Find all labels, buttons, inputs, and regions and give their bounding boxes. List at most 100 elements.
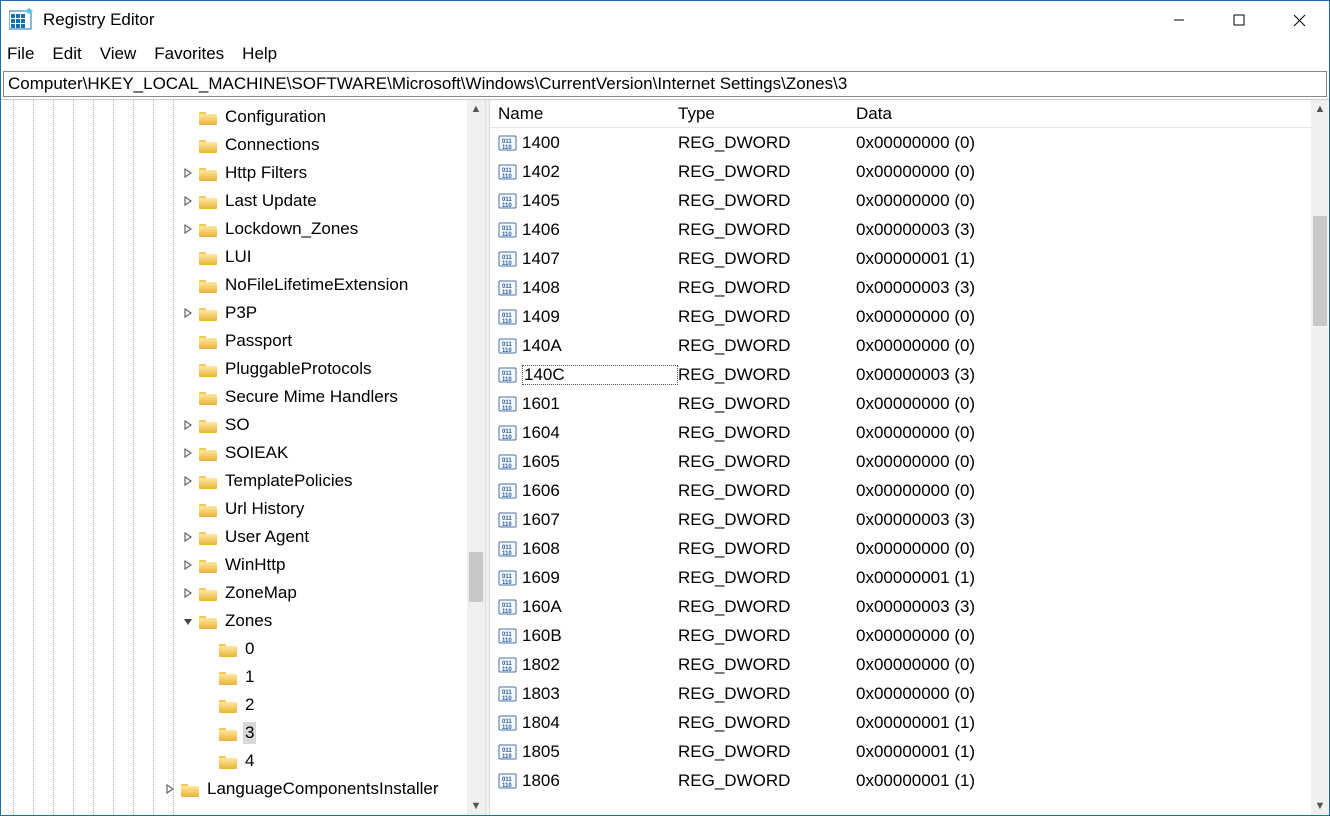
tree-scrollbar[interactable]: ▲ ▼ xyxy=(467,100,485,815)
tree-item[interactable]: Zones xyxy=(1,607,485,635)
value-row[interactable]: 0111101402REG_DWORD0x00000000 (0) xyxy=(490,157,1311,186)
tree-item[interactable]: PluggableProtocols xyxy=(1,355,485,383)
value-row[interactable]: 0111101408REG_DWORD0x00000003 (3) xyxy=(490,273,1311,302)
value-row[interactable]: 0111101802REG_DWORD0x00000000 (0) xyxy=(490,650,1311,679)
tree-pane[interactable]: ConfigurationConnectionsHttp FiltersLast… xyxy=(1,100,485,815)
tree-item[interactable]: LUI xyxy=(1,243,485,271)
value-row[interactable]: 011110140CREG_DWORD0x00000003 (3) xyxy=(490,360,1311,389)
value-data: 0x00000001 (1) xyxy=(856,568,1311,588)
tree-item[interactable]: Last Update xyxy=(1,187,485,215)
tree-item[interactable]: Lockdown_Zones xyxy=(1,215,485,243)
reg-binary-icon: 011110 xyxy=(498,743,518,761)
address-bar[interactable]: Computer\HKEY_LOCAL_MACHINE\SOFTWARE\Mic… xyxy=(3,71,1327,97)
svg-text:110: 110 xyxy=(502,319,512,325)
tree-item[interactable]: 4 xyxy=(1,747,485,775)
tree-item[interactable]: 1 xyxy=(1,663,485,691)
chevron-right-icon[interactable] xyxy=(177,420,199,430)
svg-text:110: 110 xyxy=(502,551,512,557)
value-row[interactable]: 0111101409REG_DWORD0x00000000 (0) xyxy=(490,302,1311,331)
maximize-button[interactable] xyxy=(1209,1,1269,39)
value-row[interactable]: 011110140AREG_DWORD0x00000000 (0) xyxy=(490,331,1311,360)
tree-item[interactable]: 3 xyxy=(1,719,485,747)
chevron-right-icon[interactable] xyxy=(177,476,199,486)
value-row[interactable]: 0111101405REG_DWORD0x00000000 (0) xyxy=(490,186,1311,215)
folder-icon xyxy=(199,530,217,545)
chevron-right-icon[interactable] xyxy=(177,560,199,570)
menu-edit[interactable]: Edit xyxy=(52,44,81,64)
chevron-right-icon[interactable] xyxy=(177,196,199,206)
tree-item[interactable]: P3P xyxy=(1,299,485,327)
values-pane[interactable]: Name Type Data 0111101400REG_DWORD0x0000… xyxy=(490,100,1329,815)
chevron-right-icon[interactable] xyxy=(177,532,199,542)
value-name: 1803 xyxy=(522,684,678,704)
value-row[interactable]: 0111101601REG_DWORD0x00000000 (0) xyxy=(490,389,1311,418)
menu-file[interactable]: File xyxy=(7,44,34,64)
scroll-down-icon[interactable]: ▼ xyxy=(1311,797,1329,815)
column-header-data[interactable]: Data xyxy=(856,104,1329,124)
tree-item[interactable]: SO xyxy=(1,411,485,439)
tree-item[interactable]: Connections xyxy=(1,131,485,159)
tree-item[interactable]: Passport xyxy=(1,327,485,355)
tree-item[interactable]: SOIEAK xyxy=(1,439,485,467)
chevron-right-icon[interactable] xyxy=(177,224,199,234)
value-type: REG_DWORD xyxy=(678,162,856,182)
chevron-right-icon[interactable] xyxy=(177,308,199,318)
value-row[interactable]: 0111101608REG_DWORD0x00000000 (0) xyxy=(490,534,1311,563)
tree-item-label: SOIEAK xyxy=(223,442,290,464)
svg-text:110: 110 xyxy=(502,377,512,383)
reg-binary-icon: 011110 xyxy=(498,279,518,297)
folder-icon xyxy=(199,194,217,209)
tree-item-label: 3 xyxy=(243,722,256,744)
value-row[interactable]: 011110160AREG_DWORD0x00000003 (3) xyxy=(490,592,1311,621)
tree-item-label: 0 xyxy=(243,638,256,660)
reg-binary-icon: 011110 xyxy=(498,337,518,355)
value-row[interactable]: 0111101407REG_DWORD0x00000001 (1) xyxy=(490,244,1311,273)
tree-item[interactable]: Secure Mime Handlers xyxy=(1,383,485,411)
tree-item[interactable]: 0 xyxy=(1,635,485,663)
tree-item[interactable]: Http Filters xyxy=(1,159,485,187)
tree-item[interactable]: User Agent xyxy=(1,523,485,551)
value-row[interactable]: 0111101604REG_DWORD0x00000000 (0) xyxy=(490,418,1311,447)
chevron-right-icon[interactable] xyxy=(177,588,199,598)
column-header-type[interactable]: Type xyxy=(678,104,856,124)
value-row[interactable]: 0111101406REG_DWORD0x00000003 (3) xyxy=(490,215,1311,244)
menubar: File Edit View Favorites Help xyxy=(1,39,1329,69)
minimize-button[interactable] xyxy=(1149,1,1209,39)
tree-item[interactable]: NoFileLifetimeExtension xyxy=(1,271,485,299)
value-row[interactable]: 0111101805REG_DWORD0x00000001 (1) xyxy=(490,737,1311,766)
column-header-name[interactable]: Name xyxy=(498,104,678,124)
chevron-right-icon[interactable] xyxy=(177,448,199,458)
tree-scrollbar-thumb[interactable] xyxy=(469,552,483,602)
value-row[interactable]: 0111101806REG_DWORD0x00000001 (1) xyxy=(490,766,1311,795)
values-scrollbar-thumb[interactable] xyxy=(1313,216,1327,326)
value-row[interactable]: 0111101606REG_DWORD0x00000000 (0) xyxy=(490,476,1311,505)
chevron-right-icon[interactable] xyxy=(177,168,199,178)
value-row[interactable]: 0111101609REG_DWORD0x00000001 (1) xyxy=(490,563,1311,592)
value-row[interactable]: 011110160BREG_DWORD0x00000000 (0) xyxy=(490,621,1311,650)
tree-item[interactable]: ZoneMap xyxy=(1,579,485,607)
tree-item[interactable]: LanguageComponentsInstaller xyxy=(1,775,485,803)
tree-item[interactable]: 2 xyxy=(1,691,485,719)
tree-item[interactable]: Configuration xyxy=(1,103,485,131)
chevron-right-icon[interactable] xyxy=(159,784,181,794)
menu-favorites[interactable]: Favorites xyxy=(154,44,224,64)
scroll-up-icon[interactable]: ▲ xyxy=(467,100,485,118)
tree-item[interactable]: Url History xyxy=(1,495,485,523)
menu-view[interactable]: View xyxy=(100,44,137,64)
values-scrollbar[interactable]: ▲ ▼ xyxy=(1311,100,1329,815)
scroll-up-icon[interactable]: ▲ xyxy=(1311,100,1329,118)
value-row[interactable]: 0111101605REG_DWORD0x00000000 (0) xyxy=(490,447,1311,476)
value-row[interactable]: 0111101400REG_DWORD0x00000000 (0) xyxy=(490,128,1311,157)
value-row[interactable]: 0111101607REG_DWORD0x00000003 (3) xyxy=(490,505,1311,534)
tree-item[interactable]: TemplatePolicies xyxy=(1,467,485,495)
value-name: 140A xyxy=(522,336,678,356)
value-data: 0x00000000 (0) xyxy=(856,423,1311,443)
tree-item[interactable]: WinHttp xyxy=(1,551,485,579)
close-button[interactable] xyxy=(1269,1,1329,39)
value-row[interactable]: 0111101804REG_DWORD0x00000001 (1) xyxy=(490,708,1311,737)
menu-help[interactable]: Help xyxy=(242,44,277,64)
values-header[interactable]: Name Type Data xyxy=(490,100,1329,128)
value-row[interactable]: 0111101803REG_DWORD0x00000000 (0) xyxy=(490,679,1311,708)
scroll-down-icon[interactable]: ▼ xyxy=(467,797,485,815)
chevron-down-icon[interactable] xyxy=(177,616,199,626)
